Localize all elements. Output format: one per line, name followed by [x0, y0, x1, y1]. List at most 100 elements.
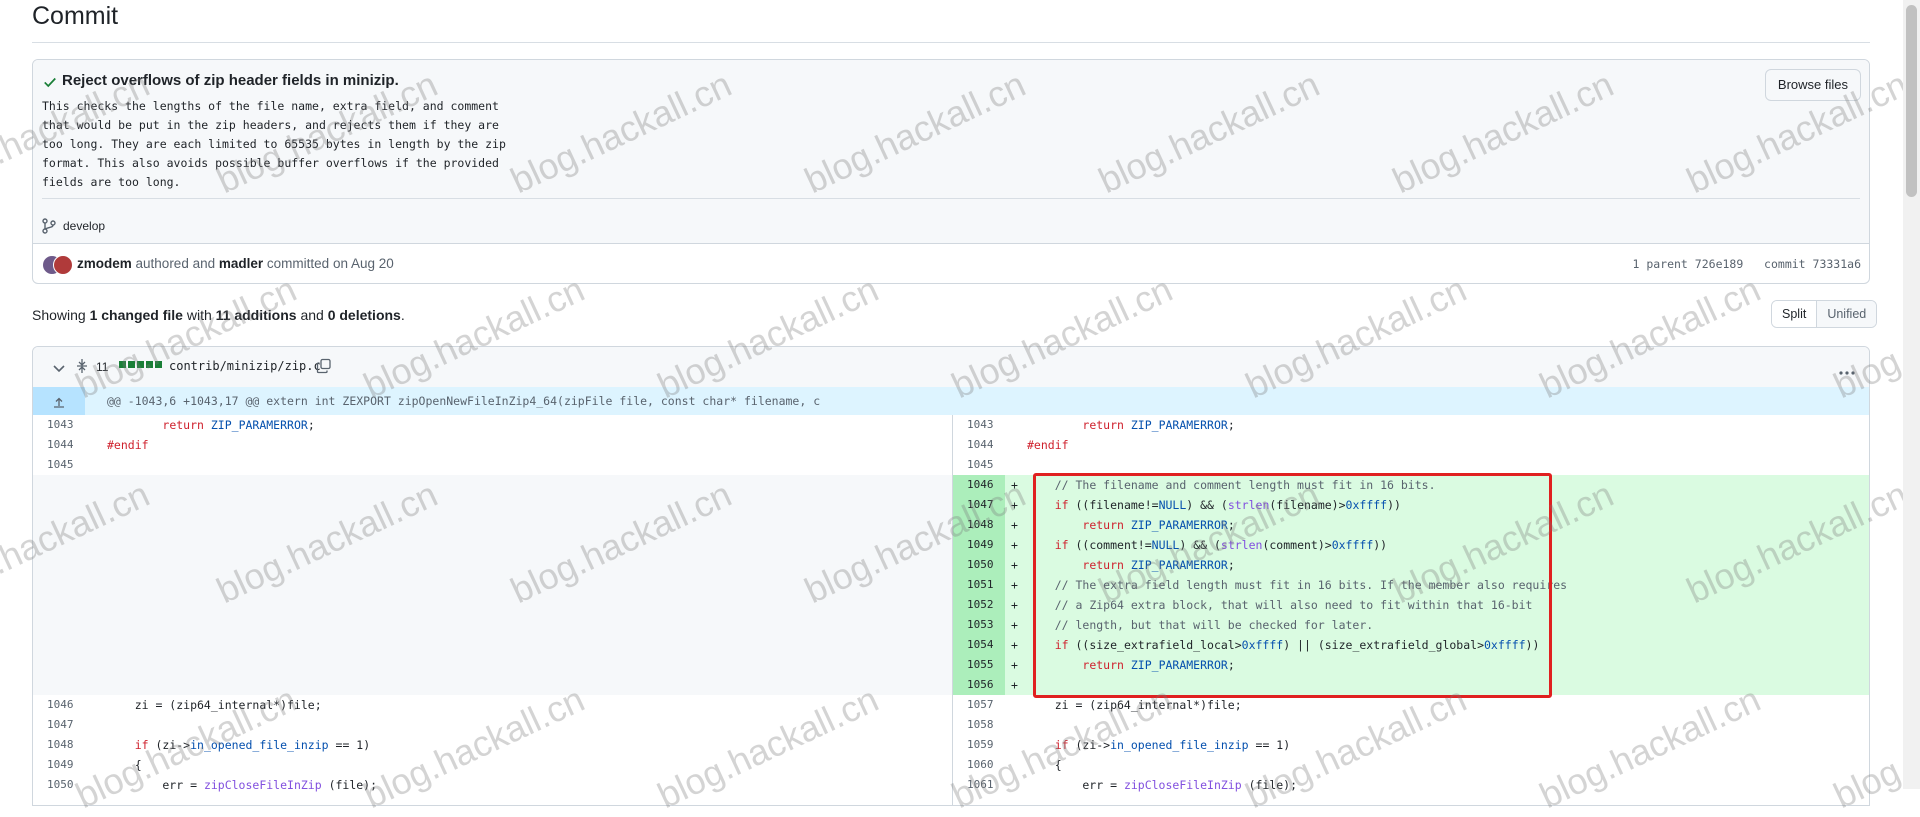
- right-line-number[interactable]: 1050: [953, 555, 1005, 575]
- left-empty-cell: [33, 555, 952, 575]
- file-path[interactable]: contrib/minizip/zip.c: [169, 359, 321, 373]
- left-empty-cell: [33, 535, 952, 555]
- page-scrollbar[interactable]: [1903, 0, 1920, 789]
- diff-view-toggle: Split Unified: [1771, 300, 1878, 328]
- left-line-number[interactable]: 1043: [33, 415, 85, 435]
- left-line-number[interactable]: 1045: [33, 455, 85, 475]
- right-line-number[interactable]: 1047: [953, 495, 1005, 515]
- diff-addition-row: 1047 + if ((filename!=NULL) && (strlen(fi…: [33, 495, 1869, 515]
- copy-icon[interactable]: [316, 358, 332, 379]
- addition-sign: +: [1011, 618, 1018, 632]
- authored-text: authored and: [135, 256, 216, 271]
- branch-name[interactable]: develop: [63, 219, 105, 233]
- right-line-number[interactable]: 1051: [953, 575, 1005, 595]
- right-line-number[interactable]: 1049: [953, 535, 1005, 555]
- hunk-header: @@ -1043,6 +1043,17 @@ extern int ZEXPOR…: [33, 387, 1869, 415]
- right-line-number[interactable]: 1044: [953, 435, 1005, 455]
- left-empty-cell: [33, 595, 952, 615]
- diff-addition-row: 1055 + return ZIP_PARAMERROR;: [33, 655, 1869, 675]
- committer-link[interactable]: madler: [219, 256, 263, 271]
- left-line-number[interactable]: 1049: [33, 755, 85, 775]
- hunk-expand-gutter[interactable]: [33, 387, 85, 415]
- scrollbar-thumb[interactable]: [1906, 5, 1917, 197]
- diff-context-row: 1049 {1060 {: [33, 755, 1869, 775]
- right-line-number[interactable]: 1056: [953, 675, 1005, 695]
- parent-sha-link[interactable]: 726e189: [1695, 257, 1743, 271]
- committed-text: committed on Aug 20: [266, 256, 394, 271]
- left-code-line: {: [107, 758, 142, 772]
- diff-addition-row: 1052 + // a Zip64 extra block, that will …: [33, 595, 1869, 615]
- diff-rows: 1043 return ZIP_PARAMERROR; 1043 return Z…: [33, 415, 1869, 795]
- page-title: Commit: [32, 2, 119, 30]
- addition-sign: +: [1011, 498, 1018, 512]
- diff-context-row: 1047 1058: [33, 715, 1869, 735]
- left-line-number[interactable]: 1050: [33, 775, 85, 795]
- right-code-line: return ZIP_PARAMERROR;: [1082, 418, 1235, 432]
- left-empty-cell: [33, 495, 952, 515]
- right-line-number[interactable]: 1046: [953, 475, 1005, 495]
- diff-context-row: 1044 #endif 1044 #endif: [33, 435, 1869, 455]
- author-link[interactable]: zmodem: [77, 256, 132, 271]
- branch-icon: [42, 218, 56, 239]
- right-code-line: #endif: [1027, 438, 1069, 452]
- right-code-line: zi = (zip64_internal*)file;: [1027, 698, 1242, 712]
- file-diff: 11 contrib/minizip/zip.c @@ -1043,6 +104…: [32, 346, 1870, 806]
- right-line-number[interactable]: 1054: [953, 635, 1005, 655]
- additions-count: 11 additions: [215, 307, 297, 323]
- left-empty-cell: [33, 515, 952, 535]
- diff-context-row: 1046 zi = (zip64_internal*)file; 1057 zi …: [33, 695, 1869, 715]
- right-line-number[interactable]: 1060: [953, 755, 1005, 775]
- expand-all-icon[interactable]: [76, 358, 88, 379]
- change-count: 11: [96, 360, 109, 374]
- addition-sign: +: [1011, 478, 1018, 492]
- right-line-number[interactable]: 1059: [953, 735, 1005, 755]
- left-code-line: zi = (zip64_internal*)file;: [107, 698, 322, 712]
- left-empty-cell: [33, 635, 952, 655]
- left-empty-cell: [33, 615, 952, 635]
- browse-files-button[interactable]: Browse files: [1764, 69, 1861, 101]
- left-code-line: return ZIP_PARAMERROR;: [162, 418, 315, 432]
- right-line-number[interactable]: 1055: [953, 655, 1005, 675]
- changed-files-count[interactable]: 1 changed file: [90, 307, 183, 323]
- diff-addition-row: 1049 + if ((comment!=NULL) && (strlen(com…: [33, 535, 1869, 555]
- left-line-number[interactable]: 1047: [33, 715, 85, 735]
- right-line-number[interactable]: 1057: [953, 695, 1005, 715]
- left-empty-cell: [33, 575, 952, 595]
- right-line-number[interactable]: 1058: [953, 715, 1005, 735]
- committer-avatar[interactable]: [53, 255, 73, 275]
- right-line-number[interactable]: 1053: [953, 615, 1005, 635]
- title-divider: [32, 42, 1870, 43]
- diff-context-row: 1048 if (zi->in_opened_file_inzip == 1) 1…: [33, 735, 1869, 755]
- check-icon: [43, 75, 57, 94]
- right-line-number[interactable]: 1045: [953, 455, 1005, 475]
- commit-box: Reject overflows of zip header fields in…: [32, 59, 1870, 284]
- addition-sign: +: [1011, 538, 1018, 552]
- unified-view-button[interactable]: Unified: [1817, 301, 1877, 327]
- diffstat-bar: [119, 361, 162, 368]
- right-line-number[interactable]: 1043: [953, 415, 1005, 435]
- kebab-menu-icon[interactable]: [1839, 363, 1855, 381]
- commit-message: This checks the lengths of the file name…: [42, 99, 506, 189]
- addition-sign: +: [1011, 598, 1018, 612]
- commit-header-divider: [42, 198, 1860, 199]
- left-empty-cell: [33, 655, 952, 675]
- diff-addition-row: 1051 + // The extra field length must fit…: [33, 575, 1869, 595]
- highlight-annotation-box: [1033, 473, 1552, 698]
- diff-context-row: 1050 err = zipCloseFileInZip (file); 1061…: [33, 775, 1869, 795]
- diff-addition-row: 1054 + if ((size_extrafield_local>0xffff)…: [33, 635, 1869, 655]
- right-line-number[interactable]: 1048: [953, 515, 1005, 535]
- left-line-number[interactable]: 1046: [33, 695, 85, 715]
- left-empty-cell: [33, 675, 952, 695]
- split-view-button[interactable]: Split: [1772, 301, 1818, 327]
- commit-label: commit: [1764, 257, 1806, 271]
- chevron-down-icon[interactable]: [53, 361, 65, 379]
- addition-sign: +: [1011, 638, 1018, 652]
- right-line-number[interactable]: 1052: [953, 595, 1005, 615]
- expand-up-icon[interactable]: [53, 395, 65, 413]
- right-code-line: if (zi->in_opened_file_inzip == 1): [1054, 738, 1291, 752]
- right-line-number[interactable]: 1061: [953, 775, 1005, 795]
- left-line-number[interactable]: 1048: [33, 735, 85, 755]
- left-code-line: err = zipCloseFileInZip (file);: [107, 778, 378, 792]
- left-line-number[interactable]: 1044: [33, 435, 85, 455]
- commit-header: Reject overflows of zip header fields in…: [33, 60, 1869, 244]
